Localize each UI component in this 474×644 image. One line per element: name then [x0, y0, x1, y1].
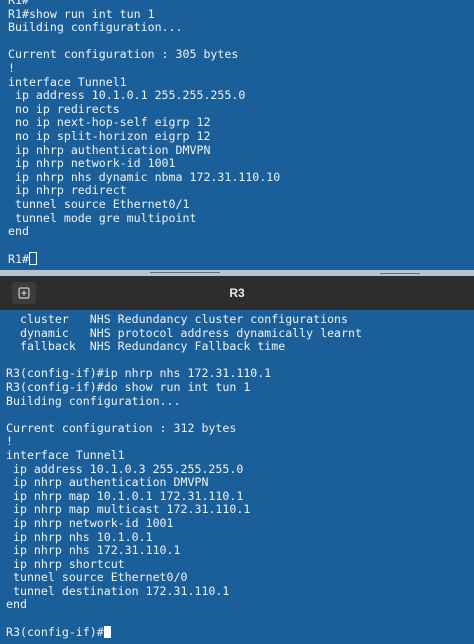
terminal-line: ip nhrp authentication DMVPN — [6, 475, 209, 490]
terminal-line: ! — [8, 60, 15, 75]
terminal-line: ip nhrp redirect — [8, 183, 127, 198]
terminal-prompt-line[interactable]: R3(config-if)# — [6, 624, 474, 640]
terminal-line: ip address 10.1.0.1 255.255.255.0 — [8, 88, 246, 103]
text-cursor — [28, 252, 37, 266]
terminal-line: R1#show run int tun 1 — [8, 6, 155, 21]
terminal-line: ! — [6, 434, 13, 449]
terminal-line: Current configuration : 305 bytes — [8, 47, 239, 62]
topology-link — [150, 272, 220, 273]
terminal-line: dynamic NHS protocol address dynamically… — [6, 325, 362, 340]
new-tab-icon — [18, 287, 30, 299]
terminal-prompt: R1# — [8, 252, 29, 267]
terminal-line: fallback NHS Redundancy Fallback time — [6, 339, 286, 354]
terminal-line: no ip next-hop-self eigrp 12 — [8, 115, 211, 130]
terminal-line: ip nhrp nhs dynamic nbma 172.31.110.10 — [8, 169, 281, 184]
terminal-line: interface Tunnel1 — [8, 74, 127, 89]
terminal-line: tunnel destination 172.31.110.1 — [6, 583, 230, 598]
terminal-line: ip nhrp authentication DMVPN — [8, 142, 211, 157]
terminal-prompt-line[interactable]: R1# — [8, 252, 474, 266]
terminal-line: tunnel mode gre multipoint — [8, 210, 197, 225]
terminal-line: ip nhrp network-id 1001 — [6, 515, 174, 530]
terminal-line: ip nhrp shortcut — [6, 556, 125, 571]
terminal-line: ip address 10.1.0.3 255.255.255.0 — [6, 461, 244, 476]
terminal-line: no ip redirects — [8, 101, 120, 116]
terminal-prompt: R3(config-if)# — [6, 624, 104, 639]
new-tab-button[interactable] — [12, 282, 36, 304]
terminal-line: R3(config-if)#ip nhrp nhs 172.31.110.1 — [6, 366, 272, 381]
terminal-line: R3(config-if)#do show run int tun 1 — [6, 379, 251, 394]
text-cursor — [103, 625, 111, 638]
window-title: R3 — [229, 286, 245, 300]
r3-output: cluster NHS Redundancy cluster configura… — [0, 310, 474, 639]
r3-terminal[interactable]: cluster NHS Redundancy cluster configura… — [0, 310, 474, 644]
topology-link — [380, 273, 420, 274]
terminal-line: no ip split-horizon eigrp 12 — [8, 128, 211, 143]
r3-titlebar[interactable]: R3 — [0, 276, 474, 310]
r1-output: R1# R1#show run int tun 1 Building configu… — [0, 0, 474, 266]
terminal-line: interface Tunnel1 — [6, 447, 125, 462]
terminal-line: end — [8, 224, 29, 239]
terminal-line: Building configuration... — [8, 20, 183, 35]
terminal-line: ip nhrp map 10.1.0.1 172.31.110.1 — [6, 488, 244, 503]
terminal-line: ip nhrp nhs 10.1.0.1 — [6, 529, 153, 544]
terminal-line: Building configuration... — [6, 393, 181, 408]
terminal-line: Current configuration : 312 bytes — [6, 420, 237, 435]
terminal-line: end — [6, 597, 27, 612]
r1-terminal[interactable]: R1# R1#show run int tun 1 Building configu… — [0, 0, 474, 270]
terminal-line: ip nhrp nhs 172.31.110.1 — [6, 543, 181, 558]
terminal-line: tunnel source Ethernet0/1 — [8, 196, 190, 211]
terminal-line: cluster NHS Redundancy cluster configura… — [6, 312, 349, 326]
terminal-line: tunnel source Ethernet0/0 — [6, 570, 188, 585]
terminal-line: ip nhrp map multicast 172.31.110.1 — [6, 502, 251, 517]
terminal-line: ip nhrp network-id 1001 — [8, 156, 176, 171]
r3-window: R3 cluster NHS Redundancy cluster config… — [0, 276, 474, 644]
